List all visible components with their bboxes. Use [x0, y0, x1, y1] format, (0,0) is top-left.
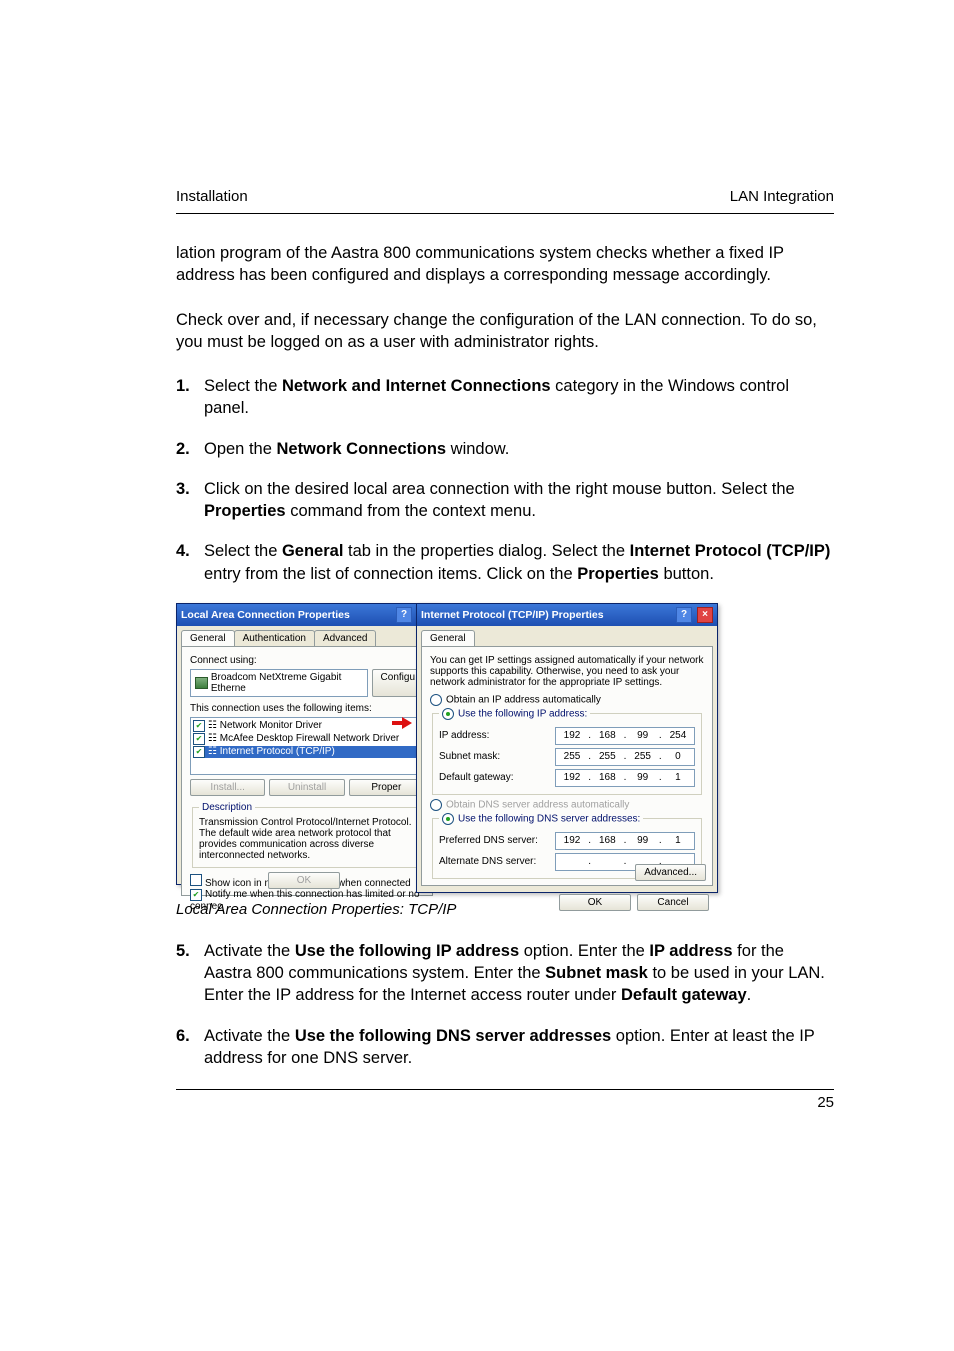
- checkbox-show-icon[interactable]: [190, 874, 202, 886]
- step-6: 6. Activate the Use the following DNS se…: [176, 1025, 834, 1070]
- paragraph-2: Check over and, if necessary change the …: [176, 309, 834, 354]
- step-4: 4. Select the General tab in the propert…: [176, 540, 834, 585]
- help-icon[interactable]: ?: [676, 607, 692, 623]
- page-number: 25: [176, 1094, 834, 1111]
- titlebar-a[interactable]: Local Area Connection Properties ? ×: [177, 604, 437, 626]
- window-title-a: Local Area Connection Properties: [181, 609, 350, 621]
- ok-button-b[interactable]: OK: [559, 894, 631, 911]
- header-rule: [176, 213, 834, 214]
- radio-use-ip[interactable]: [442, 708, 454, 720]
- paragraph-1: lation program of the Aastra 800 communi…: [176, 242, 834, 287]
- tab-authentication[interactable]: Authentication: [234, 630, 315, 646]
- step-5: 5. Activate the Use the following IP add…: [176, 940, 834, 1007]
- description-text: Transmission Control Protocol/Internet P…: [199, 817, 412, 861]
- steps-list-b: 5. Activate the Use the following IP add…: [176, 940, 834, 1069]
- titlebar-b[interactable]: Internet Protocol (TCP/IP) Properties ? …: [417, 604, 717, 626]
- properties-button[interactable]: Proper: [349, 779, 424, 796]
- cancel-button[interactable]: Cancel: [637, 894, 709, 911]
- step-1: 1. Select the Network and Internet Conne…: [176, 375, 834, 420]
- figure-tcpip-properties: Local Area Connection Properties ? × Gen…: [176, 603, 736, 893]
- connection-items-list[interactable]: ✔☷ Network Monitor Driver ✔☷ McAfee Desk…: [190, 717, 424, 775]
- step-num: 6.: [176, 1025, 204, 1070]
- checkbox-notify[interactable]: ✔: [190, 889, 202, 901]
- step-2: 2. Open the Network Connections window.: [176, 438, 834, 460]
- nic-icon: [195, 677, 208, 689]
- use-ip-label: Use the following IP address:: [458, 709, 587, 720]
- checkbox-icon[interactable]: ✔: [193, 720, 205, 732]
- adapter-name: Broadcom NetXtreme Gigabit Etherne: [211, 672, 363, 694]
- header-left: Installation: [176, 188, 248, 205]
- steps-list-a: 1. Select the Network and Internet Conne…: [176, 375, 834, 585]
- close-icon[interactable]: ×: [697, 607, 713, 623]
- window-local-area-connection: Local Area Connection Properties ? × Gen…: [176, 603, 438, 885]
- default-gateway-field[interactable]: 192.168.99.1: [555, 769, 695, 787]
- footer-rule: [176, 1089, 834, 1090]
- tab-general-a[interactable]: General: [181, 630, 235, 646]
- install-button[interactable]: Install...: [190, 779, 265, 796]
- step-num: 5.: [176, 940, 204, 1007]
- uninstall-button[interactable]: Uninstall: [269, 779, 344, 796]
- callout-arrow-icon: [402, 717, 412, 729]
- step-3: 3. Click on the desired local area conne…: [176, 478, 834, 523]
- step-num: 3.: [176, 478, 204, 523]
- checkbox-icon[interactable]: ✔: [193, 733, 205, 745]
- item-tcpip[interactable]: Internet Protocol (TCP/IP): [220, 746, 335, 757]
- tab-general-b[interactable]: General: [421, 630, 475, 646]
- radio-obtain-ip[interactable]: [430, 694, 442, 706]
- step-num: 4.: [176, 540, 204, 585]
- step-num: 2.: [176, 438, 204, 460]
- tab-advanced[interactable]: Advanced: [314, 630, 376, 646]
- callout-line: [392, 721, 402, 725]
- checkbox-icon[interactable]: ✔: [193, 746, 205, 758]
- radio-obtain-dns: [430, 799, 442, 811]
- subnet-mask-field[interactable]: 255.255.255.0: [555, 748, 695, 766]
- radio-use-dns[interactable]: [442, 813, 454, 825]
- preferred-dns-field[interactable]: 192.168.99.1: [555, 832, 695, 850]
- advanced-button[interactable]: Advanced...: [635, 864, 706, 881]
- step-num: 1.: [176, 375, 204, 420]
- window-tcpip-properties: Internet Protocol (TCP/IP) Properties ? …: [416, 603, 718, 893]
- ok-button-a[interactable]: OK: [268, 872, 340, 889]
- use-dns-label: Use the following DNS server addresses:: [458, 814, 640, 825]
- header-right: LAN Integration: [730, 188, 834, 205]
- ip-address-field[interactable]: 192.168.99.254: [555, 727, 695, 745]
- description-group: Description Transmission Control Protoco…: [192, 802, 422, 868]
- intro-text: You can get IP settings assigned automat…: [430, 655, 704, 688]
- help-icon[interactable]: ?: [396, 607, 412, 623]
- items-label: This connection uses the following items…: [190, 703, 424, 714]
- connect-using-label: Connect using:: [190, 655, 424, 666]
- window-title-b: Internet Protocol (TCP/IP) Properties: [421, 609, 604, 621]
